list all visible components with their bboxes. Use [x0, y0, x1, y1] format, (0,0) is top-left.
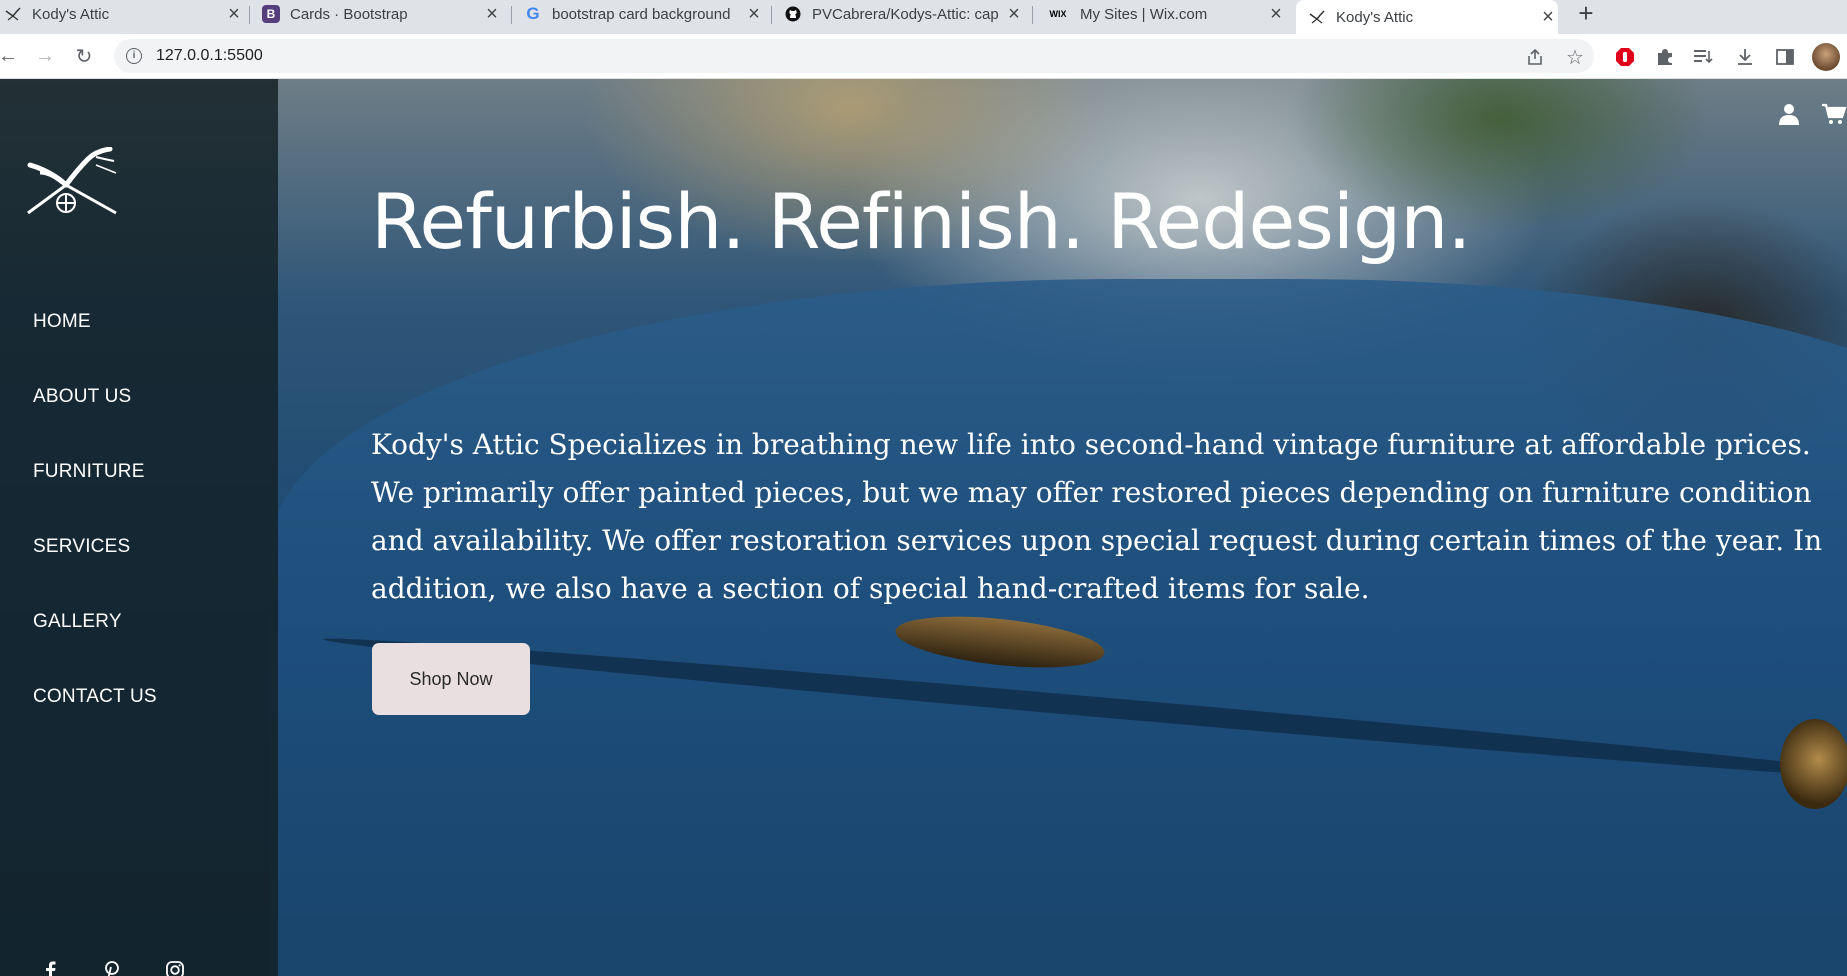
tab-title: My Sites | Wix.com: [1080, 5, 1208, 23]
side-panel-icon[interactable]: [1774, 46, 1796, 68]
tab-separator: [249, 6, 250, 24]
site-info-icon[interactable]: i: [126, 48, 142, 64]
tab-bootstrap-cards[interactable]: B Cards · Bootstrap ×: [262, 0, 502, 28]
hero-description: Kody's Attic Specializes in breathing ne…: [371, 428, 1823, 605]
close-tab-icon[interactable]: ×: [1004, 4, 1024, 24]
reload-icon[interactable]: ↻: [70, 42, 98, 70]
address-bar[interactable]: i 127.0.0.1:5500: [114, 39, 1594, 73]
wix-favicon-icon: WIX: [1049, 9, 1067, 19]
tab-github-repo[interactable]: PVCabrera/Kodys-Attic: cap ×: [784, 0, 1024, 28]
tab-title: Kody's Attic: [1336, 8, 1414, 26]
close-tab-icon[interactable]: ×: [482, 4, 502, 24]
dresser-knob-decoration: [1780, 719, 1847, 809]
nav-gallery[interactable]: GALLERY: [33, 611, 122, 633]
reading-list-icon[interactable]: [1692, 46, 1714, 68]
sidebar: HOME ABOUT US FURNITURE SERVICES GALLERY…: [0, 79, 278, 976]
tab-separator: [771, 6, 772, 24]
user-icon[interactable]: [1778, 103, 1800, 125]
github-favicon-icon: [784, 5, 802, 23]
close-tab-icon[interactable]: ×: [1538, 7, 1558, 27]
nav-about-us[interactable]: ABOUT US: [33, 386, 131, 408]
tab-title: Cards · Bootstrap: [290, 5, 408, 23]
browser-toolbar: ← → ↻ i 127.0.0.1:5500 ☆: [0, 34, 1847, 79]
nav-contact-us[interactable]: CONTACT US: [33, 686, 157, 708]
close-tab-icon[interactable]: ×: [744, 4, 764, 24]
share-icon[interactable]: [1524, 46, 1546, 68]
forward-arrow-icon[interactable]: →: [31, 42, 59, 70]
bookmark-star-icon[interactable]: ☆: [1564, 46, 1586, 69]
tab-kodys-attic-1[interactable]: Kody's Attic ×: [4, 0, 244, 28]
profile-avatar[interactable]: [1812, 43, 1840, 71]
tab-title: Kody's Attic: [32, 5, 110, 23]
nav-furniture[interactable]: FURNITURE: [33, 461, 145, 483]
download-icon[interactable]: [1734, 46, 1756, 68]
tab-kodys-attic-active[interactable]: Kody's Attic ×: [1296, 0, 1558, 34]
nav-services[interactable]: SERVICES: [33, 536, 130, 558]
tab-google-search[interactable]: G bootstrap card background ×: [524, 0, 764, 28]
kodys-attic-favicon-icon: [4, 5, 22, 23]
facebook-icon[interactable]: [40, 961, 60, 976]
google-favicon-icon: G: [526, 4, 540, 23]
bootstrap-favicon-icon: B: [262, 5, 280, 23]
extensions-puzzle-icon[interactable]: [1654, 46, 1676, 68]
new-tab-button[interactable]: +: [1574, 0, 1598, 26]
kodys-attic-favicon-icon: [1308, 8, 1326, 26]
pinterest-icon[interactable]: [102, 961, 122, 976]
adblock-extension-icon[interactable]: [1614, 46, 1636, 68]
kodys-attic-logo[interactable]: [26, 146, 120, 217]
close-tab-icon[interactable]: ×: [224, 4, 244, 24]
url-text: 127.0.0.1:5500: [156, 47, 263, 64]
browser-tab-strip: Kody's Attic × B Cards · Bootstrap × G b…: [0, 0, 1847, 34]
tab-wix-sites[interactable]: WIX My Sites | Wix.com ×: [1046, 0, 1286, 28]
close-tab-icon[interactable]: ×: [1266, 4, 1286, 24]
tab-title: bootstrap card background: [552, 5, 731, 23]
instagram-icon[interactable]: [165, 961, 185, 976]
cart-icon[interactable]: [1822, 103, 1847, 125]
tab-title: PVCabrera/Kodys-Attic: cap: [812, 5, 999, 23]
tab-separator: [1032, 6, 1033, 24]
back-arrow-icon[interactable]: ←: [0, 42, 22, 70]
shop-now-button[interactable]: Shop Now: [372, 643, 530, 715]
nav-home[interactable]: HOME: [33, 311, 91, 333]
page-viewport: HOME ABOUT US FURNITURE SERVICES GALLERY…: [0, 79, 1847, 976]
tab-separator: [511, 6, 512, 24]
hero-headline: Refurbish. Refinish. Redesign.: [371, 177, 1472, 266]
